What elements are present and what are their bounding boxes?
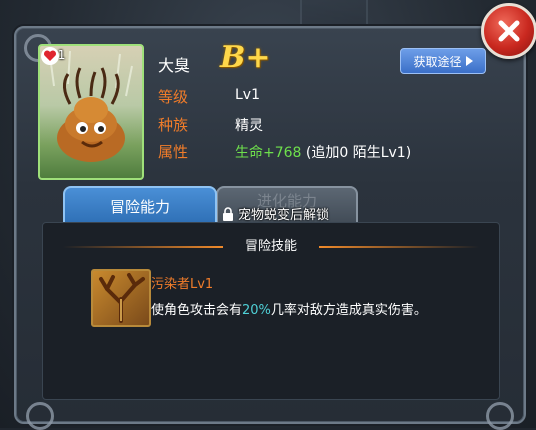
obtain-route-label: 获取途径 <box>413 54 462 69</box>
pet-portrait[interactable]: Lv1 <box>38 44 144 180</box>
pet-name: 大臭 <box>158 56 191 75</box>
attr-value-extra: (追加0 陌生Lv1) <box>301 145 412 161</box>
attr-label-property: 属性 <box>158 143 189 161</box>
adventure-content: 冒险技能 污染者Lv1 使角色攻击会有20%几率对敌方造成真实伤害。 <box>42 222 500 400</box>
skill-tree-icon[interactable] <box>91 269 151 327</box>
skill-description: 使角色攻击会有20%几率对敌方造成真实伤害。 <box>151 299 427 318</box>
skill-name: 污染者Lv1 <box>151 277 214 292</box>
skill-desc-before: 使角色攻击会有 <box>151 303 243 318</box>
attr-value-race: 精灵 <box>235 118 263 134</box>
arrow-right-icon <box>465 56 473 66</box>
attr-label-level: 等级 <box>158 88 189 106</box>
attr-label-race: 种族 <box>158 116 189 134</box>
lock-icon <box>223 206 233 221</box>
pet-grade: B+ <box>220 40 271 75</box>
skill-desc-percent: 20% <box>242 303 271 318</box>
panel-corner-ornament <box>26 402 54 430</box>
tab-adventure[interactable]: 冒险能力 <box>63 186 217 224</box>
attr-value-property: 生命+768 (追加0 陌生Lv1) <box>235 142 411 162</box>
close-button[interactable] <box>481 3 536 59</box>
tab-adventure-label: 冒险能力 <box>109 197 170 216</box>
close-icon <box>498 20 520 42</box>
obtain-route-button[interactable]: 获取途径 <box>400 48 486 74</box>
heart-icon <box>41 47 59 65</box>
panel-corner-ornament <box>486 402 514 430</box>
skill-image <box>99 273 145 323</box>
lock-text: 宠物蜕变后解锁 <box>238 208 330 223</box>
attr-value-level: Lv1 <box>235 87 260 103</box>
attr-value-hp: 生命+768 <box>235 145 302 161</box>
section-title: 冒险技能 <box>244 239 297 254</box>
tab-lock-notice: 宠物蜕变后解锁 <box>222 204 329 223</box>
skill-desc-after: 几率对敌方造成真实伤害。 <box>270 303 427 318</box>
